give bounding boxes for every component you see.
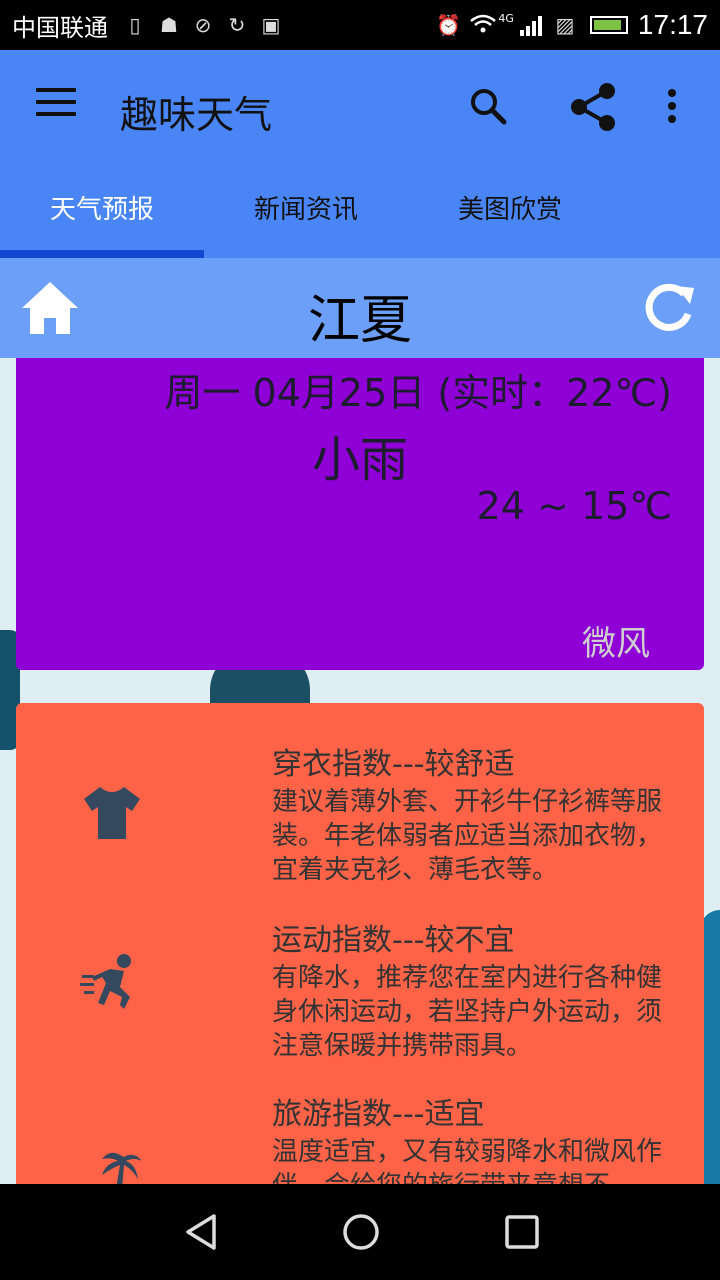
status-bar: 中国联通 ▯ ☗ ⊘ ↻ ▣ ⏰ 4G ▨ 17:17 (0, 0, 720, 50)
sim-icon: ▯ (129, 13, 141, 37)
weather-condition: 小雨 (311, 432, 408, 488)
back-icon[interactable] (182, 1212, 222, 1252)
blocked-icon: ⊘ (194, 13, 212, 37)
recents-icon[interactable] (502, 1212, 542, 1252)
sim-alert-icon: ▨ (555, 13, 575, 37)
carrier-label: 中国联通 (12, 13, 108, 42)
signal-icon (519, 14, 542, 36)
alarm-icon: ⏰ (436, 13, 462, 37)
home-circle-icon[interactable] (341, 1212, 381, 1252)
tab-pictures[interactable]: 美图欣赏 (408, 160, 612, 258)
index-description: 有降水，推荐您在室内进行各种健身休闲运动，若坚持户外运动，须注意保暖并携带雨具。 (272, 963, 663, 1061)
index-title: 运动指数---较不宜 (272, 923, 515, 958)
clock: 17:17 (637, 9, 708, 40)
search-icon[interactable] (464, 82, 512, 130)
index-title: 旅游指数---适宜 (272, 1097, 485, 1132)
sync-icon: ↻ (228, 13, 246, 37)
android-icon: ☗ (160, 13, 178, 37)
index-description: 建议着薄外套、开衫牛仔衫裤等服装。年老体弱者应适当添加衣物，宜着夹克衫、薄毛衣等… (272, 787, 663, 885)
wind-level: 微风 (582, 624, 650, 664)
tab-news[interactable]: 新闻资讯 (204, 160, 408, 258)
refresh-icon[interactable] (640, 280, 696, 336)
notification-icon: ▣ (261, 13, 281, 37)
tab-label: 新闻资讯 (253, 195, 358, 225)
app-bar: 趣味天气 天气预报 新闻资讯 美图欣赏 (0, 50, 720, 258)
running-icon (80, 951, 144, 1015)
tab-indicator (0, 250, 204, 258)
tshirt-icon (80, 781, 144, 845)
index-title: 穿衣指数---较舒适 (272, 747, 515, 782)
battery-icon (589, 16, 628, 34)
app-title: 趣味天气 (120, 93, 273, 137)
more-icon[interactable] (648, 82, 696, 130)
navigation-bar (0, 1184, 720, 1280)
life-index-card: 穿衣指数---较舒适 建议着薄外套、开衫牛仔衫裤等服装。年老体弱者应适当添加衣物… (16, 703, 704, 1263)
network-type: 4G (498, 11, 514, 25)
temperature-range: 24 ~ 15℃ (476, 484, 672, 528)
weather-card: 周一 04月25日 (实时：22℃) 小雨 24 ~ 15℃ 微风 (16, 358, 704, 670)
tab-bar: 天气预报 新闻资讯 美图欣赏 (0, 160, 720, 258)
tab-label: 美图欣赏 (457, 195, 562, 225)
wifi-icon (470, 14, 497, 36)
city-header: 江夏 (0, 258, 720, 358)
tab-weather-forecast[interactable]: 天气预报 (0, 160, 204, 258)
city-name: 江夏 (307, 291, 412, 351)
menu-icon[interactable] (36, 88, 76, 118)
date-realtime: 周一 04月25日 (实时：22℃) (164, 371, 672, 415)
share-icon[interactable] (566, 80, 620, 134)
tab-label: 天气预报 (49, 195, 154, 225)
